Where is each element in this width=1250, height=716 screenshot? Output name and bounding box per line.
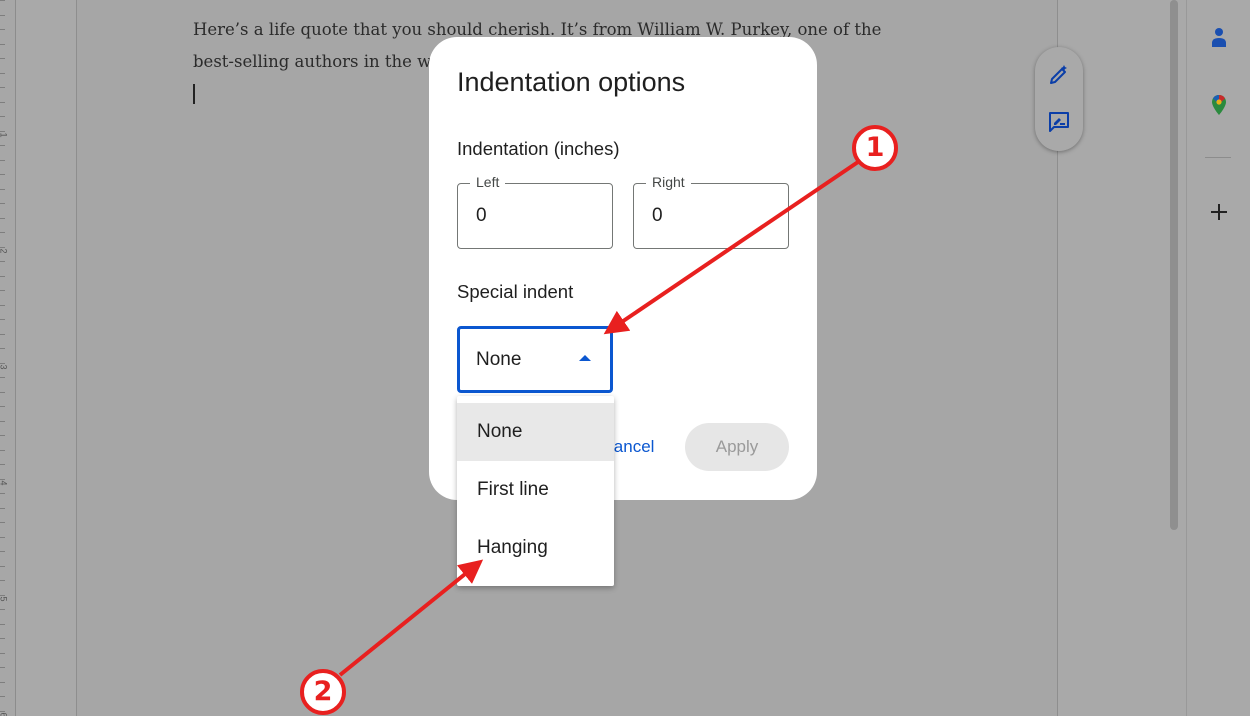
ruler-tick	[0, 391, 5, 393]
ruler-tick	[0, 87, 5, 88]
annotation-badge-2: 2	[300, 669, 346, 715]
annotation-badge-1: 1	[852, 125, 898, 171]
ruler-tick	[0, 203, 5, 204]
ruler-tick	[0, 478, 5, 480]
ruler-tick	[0, 58, 5, 59]
ruler-tick	[0, 696, 5, 697]
ruler-tick	[0, 43, 5, 45]
left-indent-value[interactable]: 0	[476, 205, 487, 227]
ruler-tick	[0, 261, 5, 262]
ruler-tick	[0, 29, 5, 30]
pencil-sparkle-icon[interactable]	[1047, 63, 1071, 87]
vertical-scrollbar[interactable]	[1168, 0, 1180, 716]
ruler-tick	[0, 580, 5, 581]
ruler-tick	[0, 551, 5, 552]
menu-item-first-line[interactable]: First line	[457, 461, 614, 519]
ruler-tick	[0, 493, 5, 494]
ruler-tick	[0, 72, 5, 74]
left-indent-label: Left	[470, 174, 506, 190]
special-indent-menu: None First line Hanging	[457, 396, 614, 586]
ruler-tick	[0, 145, 5, 146]
ruler-tick	[0, 348, 5, 349]
left-indent-field[interactable]: Left 0	[457, 174, 613, 249]
document-text-line: best-selling authors in the w	[193, 52, 432, 71]
ruler-number: 4	[0, 480, 9, 485]
ruler-tick	[0, 710, 5, 712]
indentation-section-label: Indentation (inches)	[457, 138, 620, 159]
ruler-tick	[0, 232, 5, 233]
scrollbar-thumb[interactable]	[1170, 0, 1178, 530]
ruler-tick	[0, 246, 5, 248]
apply-button[interactable]: Apply	[685, 423, 789, 471]
ruler-number: 2	[0, 248, 9, 253]
ruler-number: 3	[0, 364, 9, 369]
ruler-tick	[0, 174, 5, 175]
ruler-tick	[0, 217, 5, 219]
menu-item-none[interactable]: None	[457, 403, 614, 461]
ruler-tick	[0, 333, 5, 335]
ruler-tick	[0, 609, 5, 610]
special-indent-label: Special indent	[457, 281, 574, 302]
ruler-tick	[0, 159, 5, 161]
ruler-tick	[0, 435, 5, 436]
side-panel-divider	[1205, 157, 1231, 158]
right-indent-label: Right	[646, 174, 691, 190]
ruler-tick	[0, 449, 5, 451]
ruler-tick	[0, 377, 5, 378]
ruler-tick	[0, 304, 5, 306]
ruler-tick	[0, 101, 5, 103]
ruler-tick	[0, 406, 5, 407]
vertical-ruler: 1 2 3 4 5 6	[0, 0, 16, 716]
side-panel	[1186, 0, 1250, 716]
ruler-tick	[0, 652, 5, 654]
ruler-number: 6	[0, 712, 9, 716]
right-indent-value[interactable]: 0	[652, 205, 663, 227]
ruler-tick	[0, 522, 5, 523]
ruler-tick	[0, 290, 5, 291]
ruler-tick	[0, 681, 5, 683]
ruler-tick	[0, 536, 5, 538]
add-icon[interactable]	[1207, 200, 1231, 224]
ruler-tick	[0, 188, 5, 190]
ruler-tick	[0, 275, 5, 277]
dropdown-arrow-up-icon	[579, 355, 591, 361]
comment-add-icon[interactable]	[1047, 110, 1071, 134]
ruler-tick	[0, 638, 5, 639]
maps-icon[interactable]	[1207, 93, 1231, 117]
ruler-tick	[0, 14, 5, 16]
right-indent-field[interactable]: Right 0	[633, 174, 789, 249]
ruler-tick	[0, 623, 5, 625]
ruler-tick	[0, 464, 5, 465]
ruler-tick	[0, 565, 5, 567]
ruler-tick	[0, 130, 5, 132]
special-indent-select[interactable]: None	[457, 326, 613, 393]
contacts-icon[interactable]	[1207, 25, 1231, 49]
ruler-number: 1	[0, 132, 9, 137]
ruler-tick	[0, 319, 5, 320]
floating-actions	[1035, 47, 1083, 151]
menu-item-hanging[interactable]: Hanging	[457, 519, 614, 577]
ruler-tick	[0, 594, 5, 596]
text-cursor	[193, 84, 195, 104]
ruler-tick	[0, 420, 5, 422]
ruler-tick	[0, 362, 5, 364]
special-indent-value: None	[476, 349, 522, 370]
ruler-tick	[0, 667, 5, 668]
ruler-number: 5	[0, 596, 9, 601]
ruler-tick	[0, 507, 5, 509]
ruler-tick	[0, 116, 5, 117]
dialog-title: Indentation options	[457, 67, 686, 97]
ruler-tick	[0, 0, 5, 1]
